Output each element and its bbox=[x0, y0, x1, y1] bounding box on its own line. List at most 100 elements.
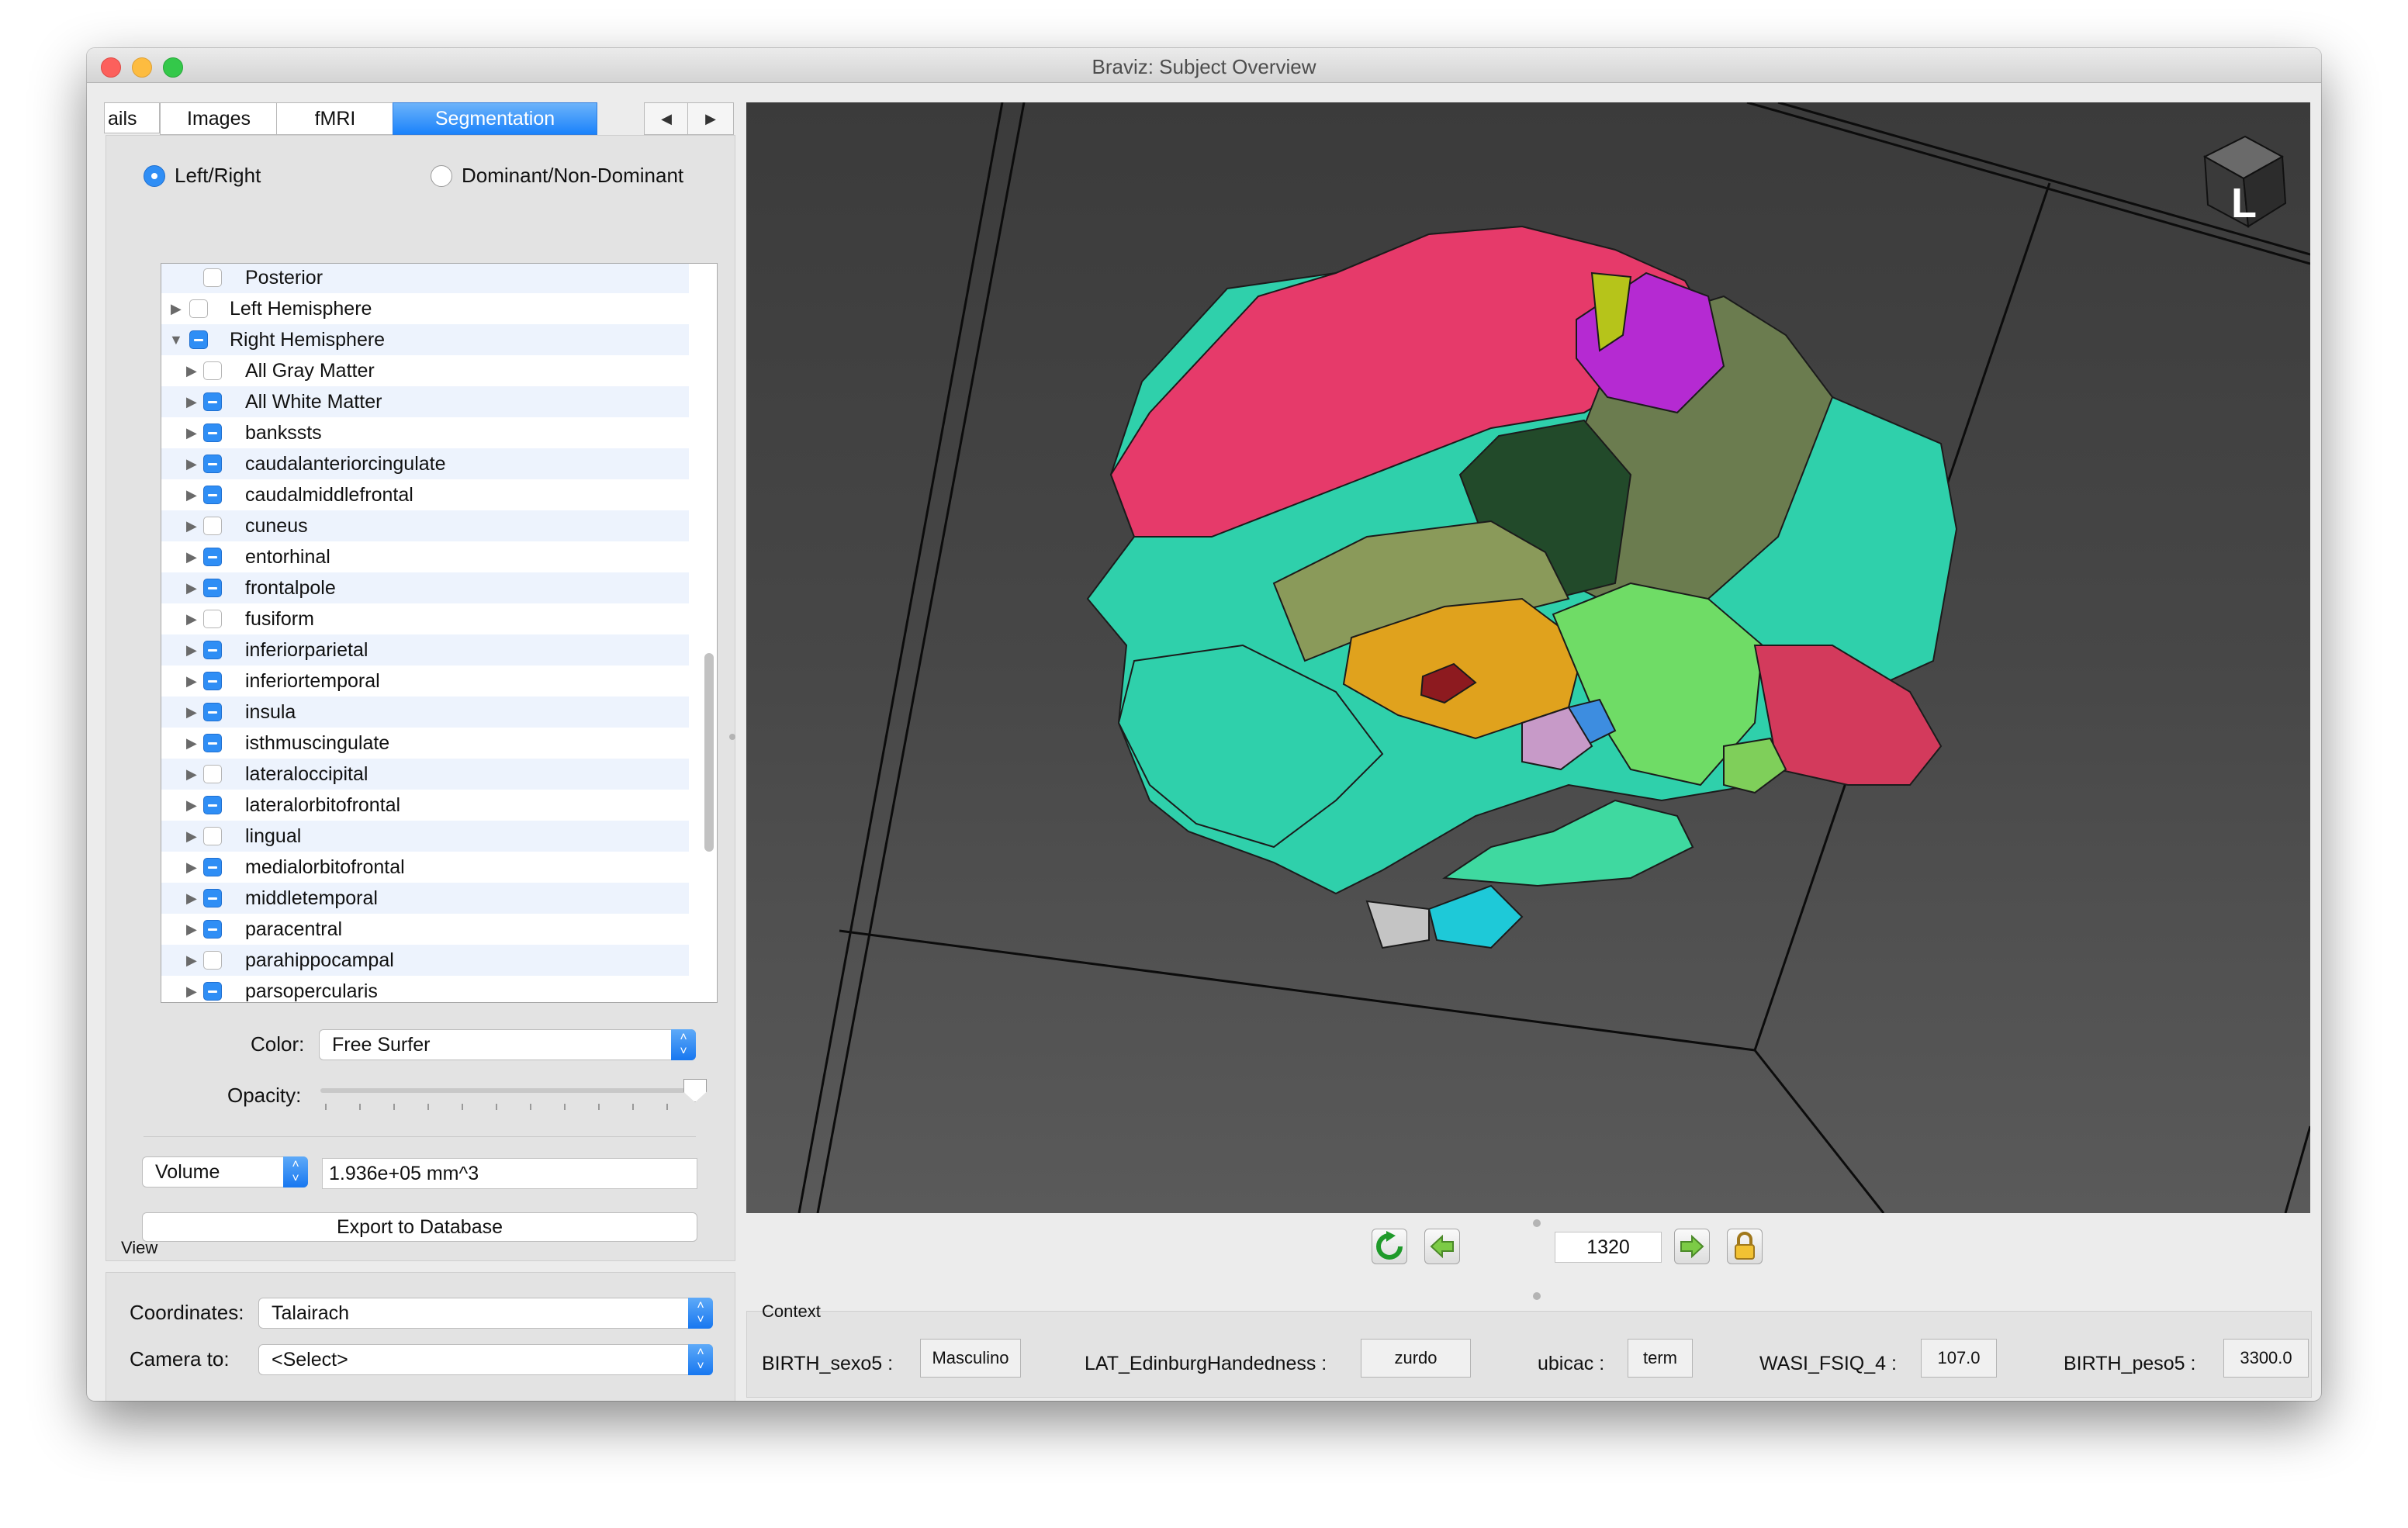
expand-arrow-icon[interactable]: ▶ bbox=[186, 852, 197, 883]
expand-arrow-icon[interactable]: ▶ bbox=[186, 976, 197, 1002]
refresh-button[interactable] bbox=[1372, 1229, 1407, 1264]
metric-result-field[interactable]: 1.936e+05 mm^3 bbox=[322, 1158, 697, 1189]
tree-row[interactable]: ▼ Right Hemisphere bbox=[161, 324, 689, 355]
tree-row[interactable]: ▶ paracentral bbox=[161, 914, 689, 945]
expand-arrow-icon[interactable]: ▶ bbox=[186, 603, 197, 634]
tree-checkbox[interactable] bbox=[203, 827, 222, 845]
tab-fmri[interactable]: fMRI bbox=[276, 102, 394, 135]
opacity-slider[interactable] bbox=[320, 1088, 694, 1093]
expand-arrow-icon[interactable]: ▶ bbox=[186, 759, 197, 790]
tab-scroll-left-button[interactable]: ◀ bbox=[644, 102, 689, 135]
tree-checkbox[interactable] bbox=[203, 361, 222, 380]
tree-checkbox[interactable] bbox=[203, 455, 222, 473]
left-right-radio[interactable] bbox=[144, 165, 165, 187]
tree-checkbox[interactable] bbox=[203, 796, 222, 814]
tree-checkbox[interactable] bbox=[203, 951, 222, 970]
splitter-handle[interactable] bbox=[1533, 1292, 1541, 1300]
tree-row[interactable]: ▶ caudalanteriorcingulate bbox=[161, 448, 689, 479]
tree-checkbox[interactable] bbox=[203, 920, 222, 939]
splitter-handle[interactable] bbox=[1533, 1219, 1541, 1227]
tree-checkbox[interactable] bbox=[203, 486, 222, 504]
splitter-handle[interactable] bbox=[729, 734, 735, 740]
collapse-arrow-icon[interactable]: ▼ bbox=[169, 324, 183, 355]
expand-arrow-icon[interactable]: ▶ bbox=[171, 293, 182, 324]
frame-number-field[interactable]: 1320 bbox=[1555, 1232, 1662, 1263]
tree-checkbox[interactable] bbox=[189, 330, 208, 349]
next-frame-button[interactable] bbox=[1674, 1229, 1710, 1264]
context-var-value[interactable]: 3300.0 bbox=[2223, 1339, 2309, 1378]
expand-arrow-icon[interactable]: ▶ bbox=[186, 417, 197, 448]
tree-checkbox[interactable] bbox=[203, 641, 222, 659]
expand-arrow-icon[interactable]: ▶ bbox=[186, 572, 197, 603]
previous-frame-button[interactable] bbox=[1424, 1229, 1460, 1264]
tab-images[interactable]: Images bbox=[160, 102, 278, 135]
tree-checkbox[interactable] bbox=[203, 423, 222, 442]
expand-arrow-icon[interactable]: ▶ bbox=[186, 790, 197, 821]
expand-arrow-icon[interactable]: ▶ bbox=[186, 634, 197, 665]
tab-scroll-right-button[interactable]: ▶ bbox=[687, 102, 734, 135]
tree-row[interactable]: ▶ lateralorbitofrontal bbox=[161, 790, 689, 821]
tree-checkbox[interactable] bbox=[203, 889, 222, 907]
tree-row[interactable]: ▶ cuneus bbox=[161, 510, 689, 541]
tree-row[interactable]: ▶ lateraloccipital bbox=[161, 759, 689, 790]
tree-row[interactable]: ▶ insula bbox=[161, 697, 689, 728]
tree-checkbox[interactable] bbox=[203, 703, 222, 721]
context-var-value[interactable]: zurdo bbox=[1361, 1339, 1471, 1378]
tree-row[interactable]: ▶ middletemporal bbox=[161, 883, 689, 914]
tree-checkbox[interactable] bbox=[203, 982, 222, 1001]
tree-scrollbar[interactable] bbox=[704, 653, 714, 852]
tree-checkbox[interactable] bbox=[203, 672, 222, 690]
tree-row[interactable]: ▶ medialorbitofrontal bbox=[161, 852, 689, 883]
context-var-value[interactable]: term bbox=[1628, 1339, 1693, 1378]
color-scheme-select[interactable]: Free Surfer ˄ ˅ bbox=[319, 1029, 696, 1060]
tree-row[interactable]: ▶ lingual bbox=[161, 821, 689, 852]
tree-row[interactable]: ▶ inferiorparietal bbox=[161, 634, 689, 665]
camera-select[interactable]: <Select> ˄ ˅ bbox=[258, 1344, 713, 1375]
expand-arrow-icon[interactable]: ▶ bbox=[186, 510, 197, 541]
expand-arrow-icon[interactable]: ▶ bbox=[186, 945, 197, 976]
tree-checkbox[interactable] bbox=[189, 299, 208, 318]
tree-row[interactable]: ▶ inferiortemporal bbox=[161, 665, 689, 697]
expand-arrow-icon[interactable]: ▶ bbox=[186, 883, 197, 914]
expand-arrow-icon[interactable]: ▶ bbox=[186, 697, 197, 728]
tree-row[interactable]: ▶ caudalmiddlefrontal bbox=[161, 479, 689, 510]
expand-arrow-icon[interactable]: ▶ bbox=[186, 914, 197, 945]
tree-row[interactable]: ▶ parsopercularis bbox=[161, 976, 689, 1002]
tree-row[interactable]: ▶ All Gray Matter bbox=[161, 355, 689, 386]
expand-arrow-icon[interactable]: ▶ bbox=[186, 355, 197, 386]
opacity-slider-thumb[interactable] bbox=[683, 1079, 707, 1102]
tree-checkbox[interactable] bbox=[203, 392, 222, 411]
context-var-value[interactable]: Masculino bbox=[920, 1339, 1021, 1378]
tree-row[interactable]: Posterior bbox=[161, 264, 689, 293]
expand-arrow-icon[interactable]: ▶ bbox=[186, 479, 197, 510]
tree-row[interactable]: ▶ All White Matter bbox=[161, 386, 689, 417]
metric-select[interactable]: Volume ˄ ˅ bbox=[142, 1156, 308, 1187]
expand-arrow-icon[interactable]: ▶ bbox=[186, 821, 197, 852]
coordinates-select[interactable]: Talairach ˄ ˅ bbox=[258, 1298, 713, 1329]
dominant-radio[interactable] bbox=[431, 165, 452, 187]
expand-arrow-icon[interactable]: ▶ bbox=[186, 728, 197, 759]
tree-row[interactable]: ▶ parahippocampal bbox=[161, 945, 689, 976]
tree-checkbox[interactable] bbox=[203, 548, 222, 566]
tree-row[interactable]: ▶ fusiform bbox=[161, 603, 689, 634]
expand-arrow-icon[interactable]: ▶ bbox=[186, 448, 197, 479]
tree-row[interactable]: ▶ frontalpole bbox=[161, 572, 689, 603]
tree-checkbox[interactable] bbox=[203, 268, 222, 287]
lock-button[interactable] bbox=[1727, 1229, 1763, 1264]
structure-tree[interactable]: Posterior ▶ Left Hemisphere ▼ Right Hemisp… bbox=[161, 263, 718, 1003]
context-var-value[interactable]: 107.0 bbox=[1921, 1339, 1997, 1378]
tab-segmentation[interactable]: Segmentation bbox=[393, 102, 597, 135]
tree-checkbox[interactable] bbox=[203, 734, 222, 752]
tree-checkbox[interactable] bbox=[203, 765, 222, 783]
expand-arrow-icon[interactable]: ▶ bbox=[186, 665, 197, 697]
expand-arrow-icon[interactable]: ▶ bbox=[186, 386, 197, 417]
expand-arrow-icon[interactable]: ▶ bbox=[186, 541, 197, 572]
tree-checkbox[interactable] bbox=[203, 858, 222, 876]
tree-checkbox[interactable] bbox=[203, 610, 222, 628]
tree-row[interactable]: ▶ Left Hemisphere bbox=[161, 293, 689, 324]
tab-details[interactable]: ails bbox=[104, 102, 160, 133]
export-to-database-button[interactable]: Export to Database bbox=[142, 1212, 697, 1242]
tree-row[interactable]: ▶ entorhinal bbox=[161, 541, 689, 572]
tree-row[interactable]: ▶ isthmuscingulate bbox=[161, 728, 689, 759]
tree-checkbox[interactable] bbox=[203, 517, 222, 535]
